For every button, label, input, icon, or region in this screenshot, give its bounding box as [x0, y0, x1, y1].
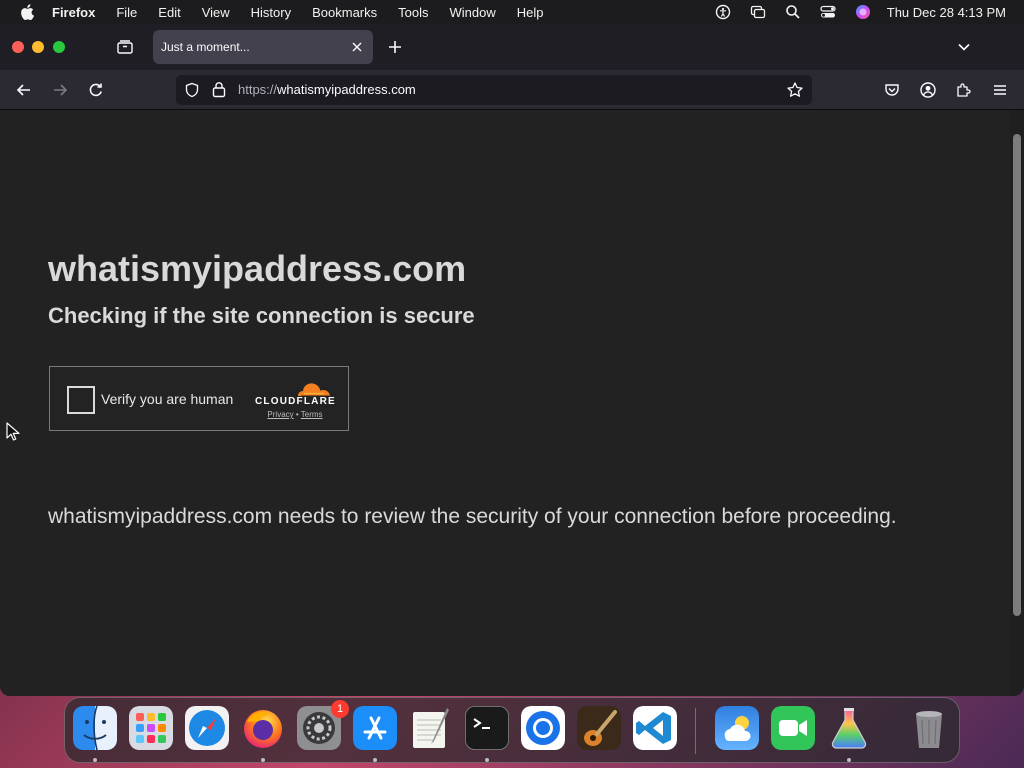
minimize-window-button[interactable] [32, 41, 44, 53]
close-tab-icon[interactable] [350, 40, 364, 54]
launchpad-icon[interactable] [129, 706, 173, 750]
menu-bar-status-area: Thu Dec 28 4:13 PM [696, 0, 1006, 24]
siri-icon[interactable] [855, 4, 871, 20]
trash-icon[interactable] [907, 706, 951, 750]
pocket-icon[interactable] [883, 81, 901, 99]
menu-bar: Firefox File Edit View History Bookmarks… [0, 0, 1024, 24]
menu-bookmarks[interactable]: Bookmarks [312, 5, 377, 20]
account-icon[interactable] [919, 81, 937, 99]
url-scheme: https:// [238, 82, 278, 97]
menu-tools[interactable]: Tools [398, 5, 428, 20]
firefox-icon[interactable] [241, 706, 285, 750]
settings-notification-badge: 1 [331, 700, 349, 718]
cloudflare-links: Privacy • Terms [255, 410, 335, 419]
page-subtitle: Checking if the site connection is secur… [48, 303, 475, 328]
tab-title: Just a moment... [161, 40, 250, 54]
finder-icon[interactable] [73, 706, 117, 750]
verify-human-checkbox[interactable] [67, 386, 95, 414]
hamburger-menu-icon[interactable] [991, 81, 1009, 99]
safari-icon[interactable] [185, 706, 229, 750]
facetime-icon[interactable] [771, 706, 815, 750]
chromium-icon[interactable] [521, 706, 565, 750]
vertical-scrollbar-thumb[interactable] [1013, 134, 1021, 616]
menu-window[interactable]: Window [450, 5, 496, 20]
textedit-icon[interactable] [409, 706, 453, 750]
menu-bar-clock[interactable]: Thu Dec 28 4:13 PM [887, 5, 1006, 20]
cloudflare-brand-text: CLOUDFLARE [255, 396, 336, 407]
page-content: whatismyipaddress.com Checking if the si… [0, 110, 1010, 696]
vscode-icon[interactable] [633, 706, 677, 750]
garageband-icon[interactable] [577, 706, 621, 750]
privacy-link[interactable]: Privacy [267, 410, 293, 419]
reload-icon[interactable] [87, 81, 105, 99]
apple-menu-icon[interactable] [20, 4, 34, 20]
app-store-icon[interactable] [353, 706, 397, 750]
accessibility-icon[interactable] [715, 4, 731, 20]
list-all-tabs-chevron-icon[interactable] [956, 39, 972, 55]
mouse-pointer-icon [6, 422, 20, 441]
extensions-puzzle-icon[interactable] [955, 81, 973, 99]
lock-icon[interactable] [212, 81, 226, 98]
dock: 1 [64, 697, 960, 763]
close-window-button[interactable] [12, 41, 24, 53]
app-store-running-indicator [373, 758, 377, 762]
bookmark-star-icon[interactable] [786, 81, 804, 99]
browser-window: Just a moment... https://whatismyipaddre… [0, 24, 1024, 696]
finder-running-indicator [93, 758, 97, 762]
cloudflare-turnstile-widget: Verify you are human CLOUDFLARE Privacy … [49, 366, 349, 431]
back-arrow-icon[interactable] [15, 81, 33, 99]
links-separator: • [295, 410, 299, 419]
gemini-running-indicator [847, 758, 851, 762]
page-title: whatismyipaddress.com [48, 248, 467, 289]
tab-active[interactable]: Just a moment... [153, 30, 373, 64]
terminal-icon[interactable] [465, 706, 509, 750]
spotlight-search-icon[interactable] [785, 4, 801, 20]
menu-file[interactable]: File [116, 5, 137, 20]
weather-icon[interactable] [715, 706, 759, 750]
menu-history[interactable]: History [251, 5, 291, 20]
menu-view[interactable]: View [202, 5, 230, 20]
firefox-view-icon[interactable] [116, 38, 134, 56]
forward-arrow-icon[interactable] [51, 81, 69, 99]
tab-strip: Just a moment... [0, 24, 1024, 70]
terminal-running-indicator [485, 758, 489, 762]
tracking-protection-shield-icon[interactable] [184, 82, 200, 98]
terms-link[interactable]: Terms [301, 410, 323, 419]
firefox-running-indicator [261, 758, 265, 762]
control-center-icon[interactable] [820, 4, 836, 20]
new-tab-icon[interactable] [387, 39, 403, 55]
address-bar[interactable]: https://whatismyipaddress.com [176, 75, 812, 105]
url-host: whatismyipaddress.com [277, 82, 416, 97]
menu-edit[interactable]: Edit [158, 5, 180, 20]
navigation-toolbar: https://whatismyipaddress.com [0, 70, 1024, 110]
cloudflare-cloud-logo-icon [298, 383, 330, 397]
security-review-message: whatismyipaddress.com needs to review th… [48, 505, 897, 528]
verify-human-label[interactable]: Verify you are human [101, 391, 233, 407]
system-settings-app[interactable]: 1 [297, 700, 349, 750]
gemini-icon[interactable] [827, 706, 871, 750]
screen-mirroring-icon[interactable] [750, 4, 766, 20]
menu-app-firefox[interactable]: Firefox [52, 5, 95, 20]
zoom-window-button[interactable] [53, 41, 65, 53]
url-text[interactable]: https://whatismyipaddress.com [238, 82, 416, 97]
menu-help[interactable]: Help [517, 5, 544, 20]
dock-separator [695, 708, 696, 754]
